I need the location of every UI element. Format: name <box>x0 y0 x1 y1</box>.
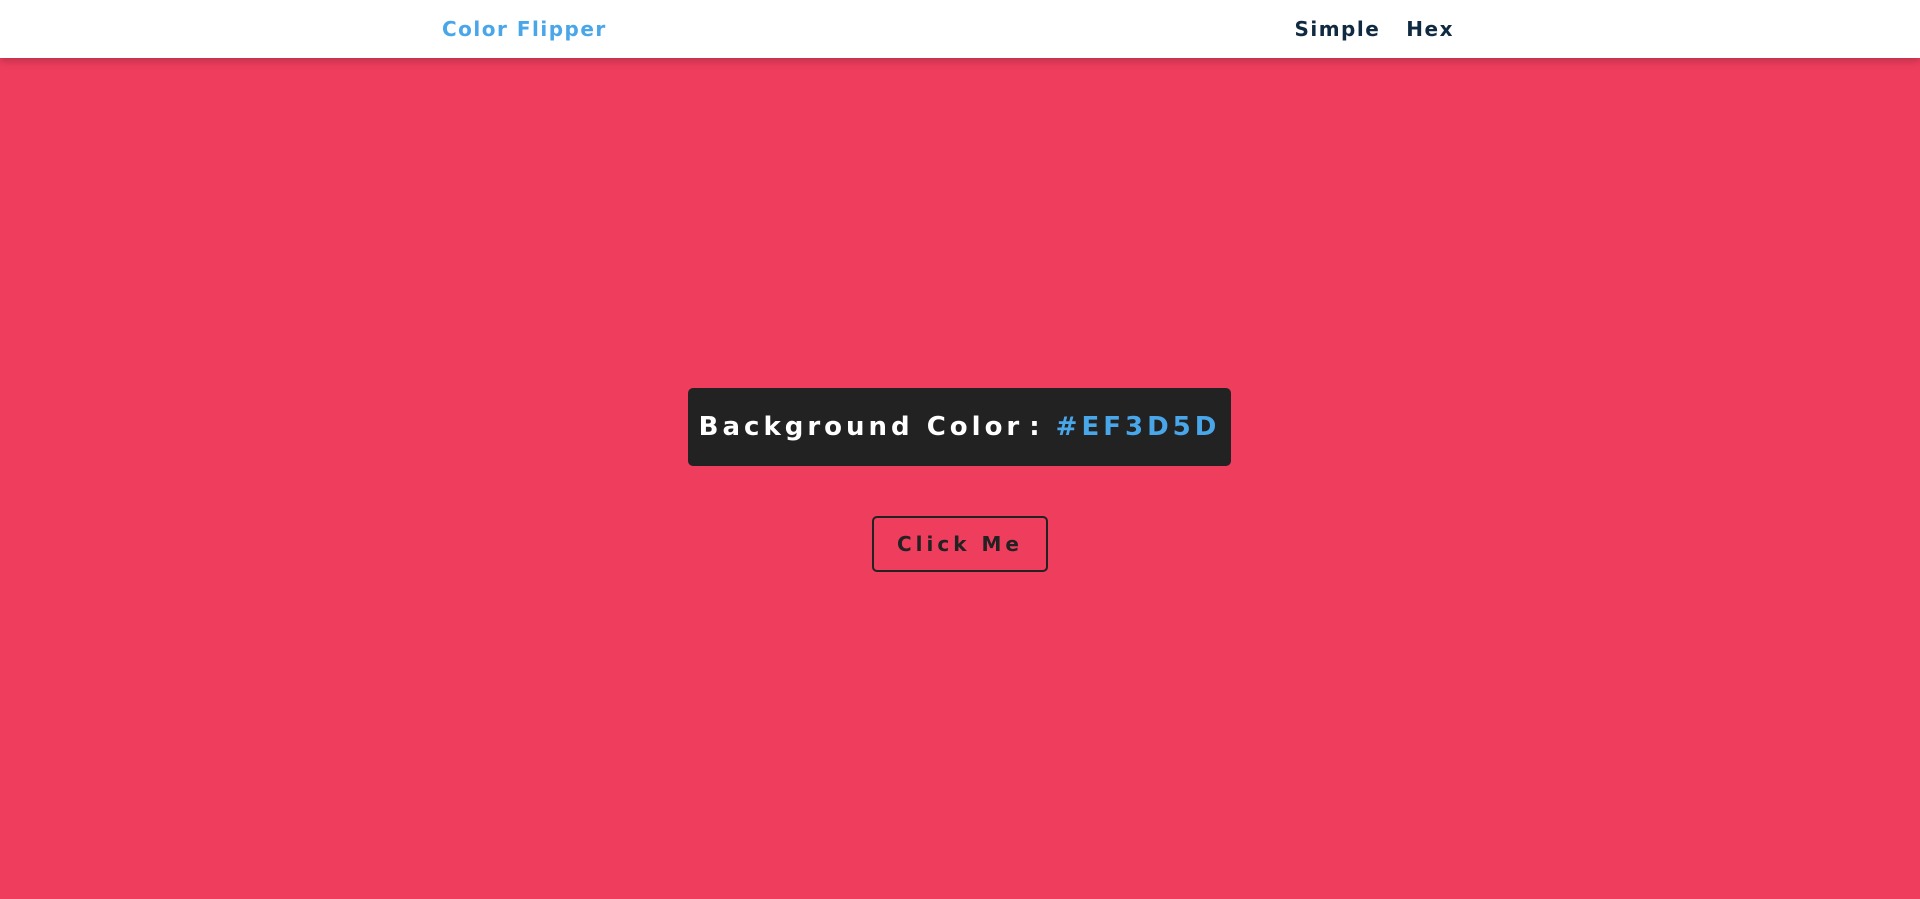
nav-item-simple: Simple <box>1294 17 1380 41</box>
background-color-display: Background Color : #EF3D5D <box>688 388 1231 466</box>
brand-logo-link[interactable]: Color Flipper <box>442 17 607 41</box>
background-color-label: Background Color <box>698 412 1024 442</box>
nav-link-simple[interactable]: Simple <box>1294 17 1380 41</box>
color-hex-value: #EF3D5D <box>1055 412 1221 442</box>
navbar: Color Flipper Simple Hex <box>0 0 1920 58</box>
nav-item-hex: Hex <box>1406 17 1454 41</box>
color-separator: : <box>1029 412 1044 442</box>
main-container: Background Color : #EF3D5D Click Me <box>0 58 1920 899</box>
click-me-button[interactable]: Click Me <box>872 516 1048 572</box>
navbar-center: Color Flipper Simple Hex <box>442 0 1454 58</box>
nav-links: Simple Hex <box>1294 17 1454 41</box>
nav-link-hex[interactable]: Hex <box>1406 17 1454 41</box>
